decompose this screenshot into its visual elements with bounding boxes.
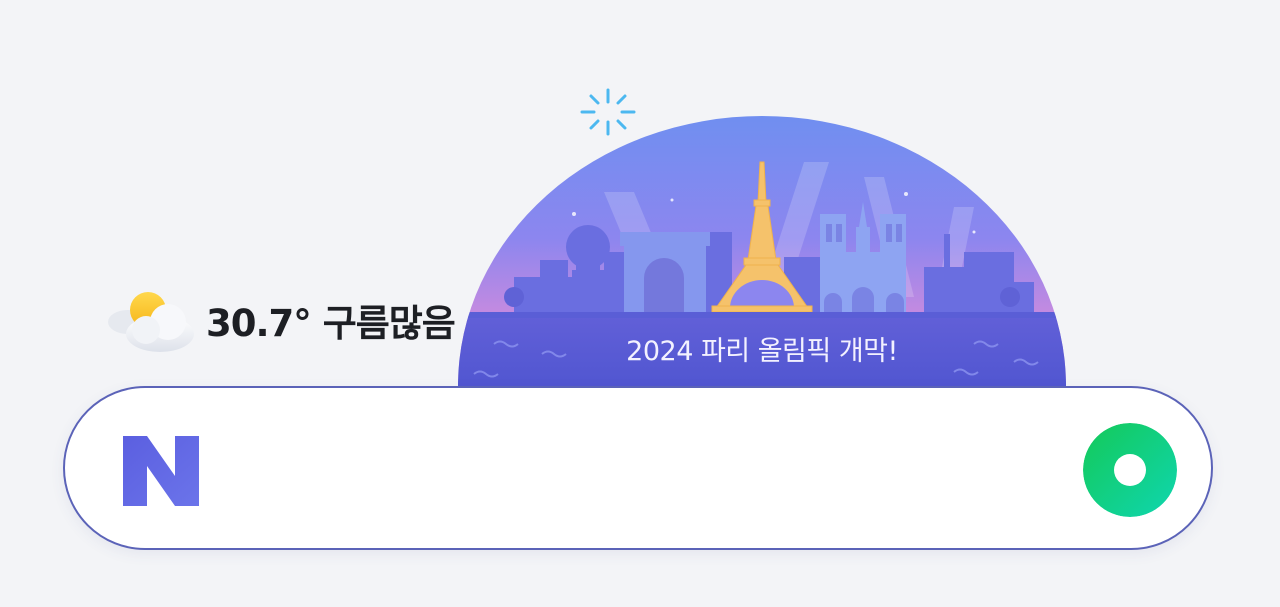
olympics-doodle[interactable]: 2024 파리 올림픽 개막! bbox=[454, 82, 1070, 392]
weather-condition: 구름많음 bbox=[322, 302, 456, 345]
weather-widget[interactable]: 30.7° 구름많음 bbox=[104, 284, 456, 356]
search-button[interactable] bbox=[1083, 423, 1177, 517]
firework-icon bbox=[580, 88, 636, 136]
search-box[interactable] bbox=[63, 386, 1213, 550]
doodle-caption: 2024 파리 올림픽 개막! bbox=[626, 336, 898, 367]
naver-logo-icon[interactable] bbox=[123, 436, 199, 506]
weather-temperature: 30.7° bbox=[206, 302, 312, 345]
green-ring-search-icon bbox=[1114, 454, 1146, 486]
partly-cloudy-icon bbox=[108, 292, 194, 352]
search-input[interactable] bbox=[235, 428, 1059, 510]
